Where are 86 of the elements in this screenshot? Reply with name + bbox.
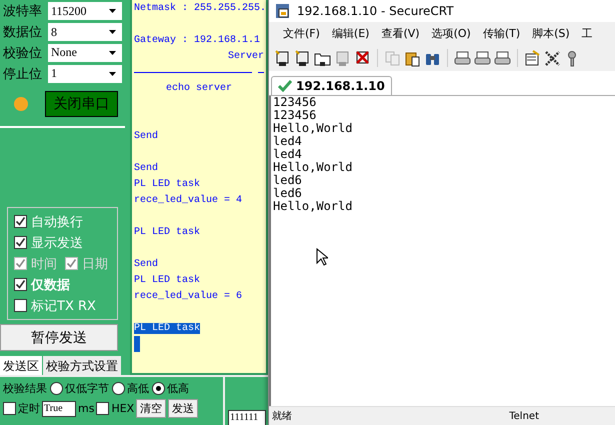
setting-dropdown[interactable]: 115200 <box>48 2 122 20</box>
radio-label: 仅低字节 <box>65 381 109 396</box>
log-line: echo server <box>166 82 232 94</box>
setting-label: 数据位 <box>3 24 43 42</box>
app-icon <box>275 3 291 19</box>
session-tab[interactable]: 192.168.1.10 <box>271 76 392 95</box>
checksum-label: 校验结果 <box>3 381 47 396</box>
log-line: PL LED task <box>134 226 200 238</box>
terminal-line: Hello,World <box>273 161 352 174</box>
terminal-line: Hello,World <box>273 122 352 135</box>
mouse-pointer-icon <box>316 248 328 266</box>
disconnect-icon[interactable] <box>354 50 371 66</box>
option-label: 仅数据 <box>31 276 70 294</box>
setting-dropdown[interactable]: 8 <box>48 23 122 42</box>
log-line: rece_led_value = 4 <box>134 194 242 206</box>
option-label: 自动换行 <box>31 214 83 231</box>
terminal-line: led6 <box>273 174 302 187</box>
send-input-field[interactable]: 111111 <box>228 410 266 425</box>
tools-icon[interactable] <box>544 50 561 66</box>
terminal-line: led4 <box>273 148 302 161</box>
print-icon[interactable] <box>454 50 471 66</box>
print-icon[interactable] <box>494 50 511 66</box>
option-label: 显示发送 <box>31 234 83 252</box>
caret-icon <box>109 50 116 55</box>
tab[interactable]: 校验方式设置 <box>43 356 121 376</box>
terminal-line: 123456 <box>273 96 316 109</box>
terminal-line: Hello,World <box>273 200 352 213</box>
tab[interactable]: 发送区 <box>0 356 42 376</box>
menu-item[interactable]: 文件(F) <box>277 26 326 41</box>
clear-button[interactable]: 清空 <box>136 399 166 418</box>
pause-send-button[interactable]: 暂停发送 <box>0 324 118 352</box>
setting-dropdown[interactable]: 1 <box>48 64 122 83</box>
menu-item[interactable]: 脚本(S) <box>526 26 576 41</box>
interval-field[interactable]: True <box>42 400 76 416</box>
window-title: 192.168.1.10 - SecureCRT <box>297 4 454 18</box>
checkbox[interactable] <box>14 215 27 228</box>
option-label: 时间 <box>31 256 57 273</box>
log-line: Send <box>134 258 158 270</box>
menu-item[interactable]: 编辑(E) <box>326 26 376 41</box>
setting-dropdown[interactable]: None <box>48 44 122 62</box>
setting-label: 波特率 <box>3 3 43 20</box>
log-line: PL LED task <box>134 178 200 190</box>
terminal-line: led6 <box>273 187 302 200</box>
paste-icon[interactable] <box>404 50 421 66</box>
checkbox[interactable] <box>96 402 110 415</box>
terminal-line: led4 <box>273 135 302 148</box>
radio-button[interactable] <box>112 382 125 395</box>
protocol-label: Telnet <box>509 410 539 422</box>
connect-icon[interactable] <box>294 50 311 66</box>
log-line: Send <box>134 162 158 174</box>
print-icon[interactable] <box>474 50 491 66</box>
menu-item[interactable]: 查看(V) <box>375 26 426 41</box>
log-line: Netmask : 255.255.255. <box>134 2 266 14</box>
checkbox[interactable] <box>14 236 27 250</box>
menu-item[interactable]: 选项(O) <box>426 26 477 41</box>
log-line: Send <box>134 130 158 142</box>
menu-item[interactable]: 工 <box>576 26 599 41</box>
option-label: 标记TX RX <box>31 298 96 315</box>
timer-label: 定时 <box>18 401 40 416</box>
connect-icon[interactable] <box>274 50 291 66</box>
status-text: 就绪 <box>272 410 292 423</box>
caret-icon <box>109 30 116 34</box>
menu-item[interactable]: 传输(T) <box>476 26 526 41</box>
caret-icon <box>109 72 116 76</box>
text-cursor <box>134 336 140 352</box>
radio-button[interactable] <box>50 382 63 395</box>
setting-label: 校验位 <box>3 44 43 62</box>
checkbox[interactable] <box>3 402 16 415</box>
checkbox[interactable] <box>14 299 27 312</box>
unit-label: ms <box>78 402 94 415</box>
radio-label: 高低 <box>127 381 149 396</box>
terminal-line: 123456 <box>273 109 316 122</box>
send-button[interactable]: 发送 <box>168 399 198 418</box>
option-label: 日期 <box>82 256 108 273</box>
caret-icon <box>109 9 116 14</box>
settings-icon[interactable] <box>524 50 541 66</box>
close-port-button[interactable]: 关闭串口 <box>45 90 118 117</box>
log-line: Gateway : 192.168.1.1 <box>134 34 260 46</box>
log-line: rece_led_value = 6 <box>134 290 242 302</box>
radio-button[interactable] <box>152 382 165 395</box>
hex-label: HEX <box>111 402 134 415</box>
setting-label: 停止位 <box>3 66 43 83</box>
radio-label: 低高 <box>167 381 189 396</box>
log-line: Server <box>228 50 264 62</box>
checkbox[interactable] <box>14 278 27 292</box>
log-line: PL LED task <box>134 274 200 286</box>
